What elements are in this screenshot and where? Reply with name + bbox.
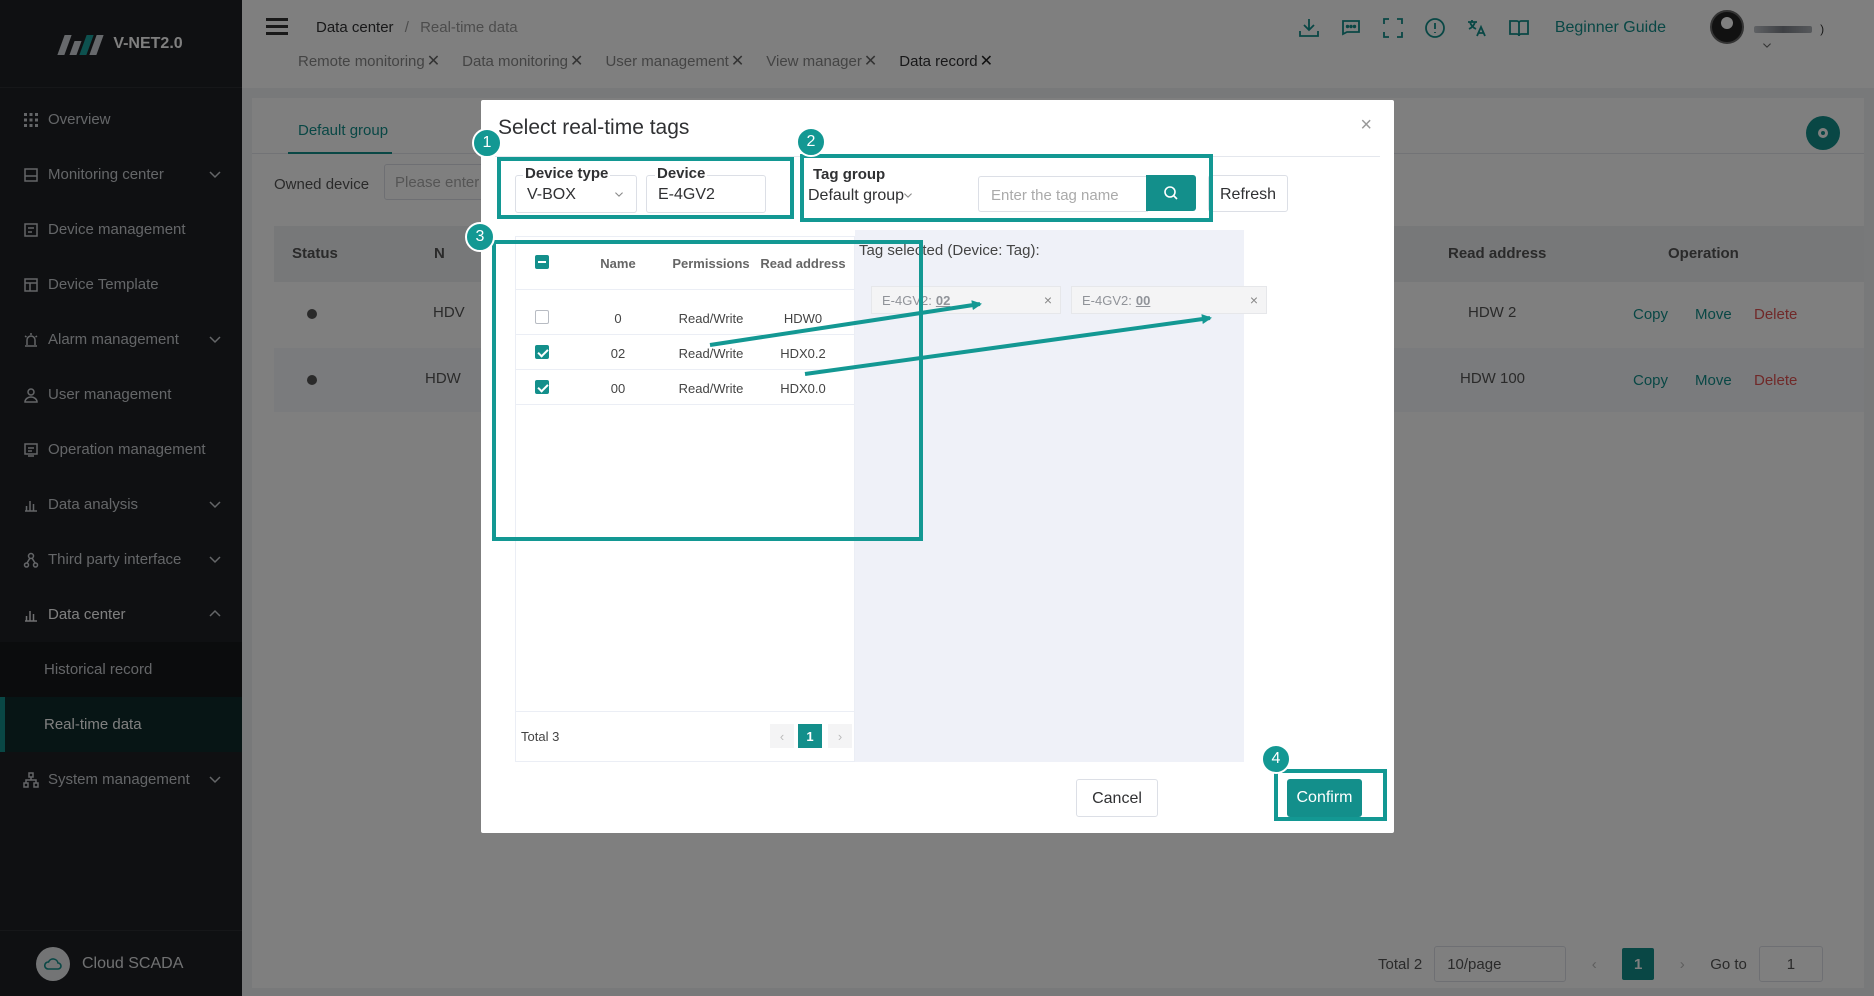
step-badge-3: 3 <box>465 222 495 252</box>
tag-list-pagination: Total 3 ‹ 1 › <box>516 711 854 761</box>
cancel-button[interactable]: Cancel <box>1076 779 1158 817</box>
remove-icon[interactable]: × <box>1044 292 1052 308</box>
close-icon[interactable]: × <box>1360 114 1372 137</box>
remove-icon[interactable]: × <box>1250 292 1258 308</box>
step-1-highlight <box>497 157 794 219</box>
chip-device: E-4GV2: <box>1082 293 1132 308</box>
tag-total-count: Total 3 <box>521 729 560 744</box>
selected-tag-chip: E-4GV2: 00 × <box>1071 286 1267 314</box>
page-button[interactable]: 1 <box>798 724 822 748</box>
next-page-button[interactable]: › <box>828 724 852 748</box>
step-badge-2: 2 <box>796 127 826 157</box>
dialog-title: Select real-time tags <box>498 116 690 139</box>
refresh-button[interactable]: Refresh <box>1208 175 1288 212</box>
chip-tag: 02 <box>935 293 951 308</box>
step-badge-4: 4 <box>1261 744 1291 774</box>
step-2-highlight <box>800 154 1213 222</box>
prev-page-button[interactable]: ‹ <box>770 724 794 748</box>
step-4-highlight <box>1274 769 1387 821</box>
step-badge-1: 1 <box>472 128 502 158</box>
step-3-highlight <box>492 240 923 541</box>
chip-tag: 00 <box>1135 293 1151 308</box>
